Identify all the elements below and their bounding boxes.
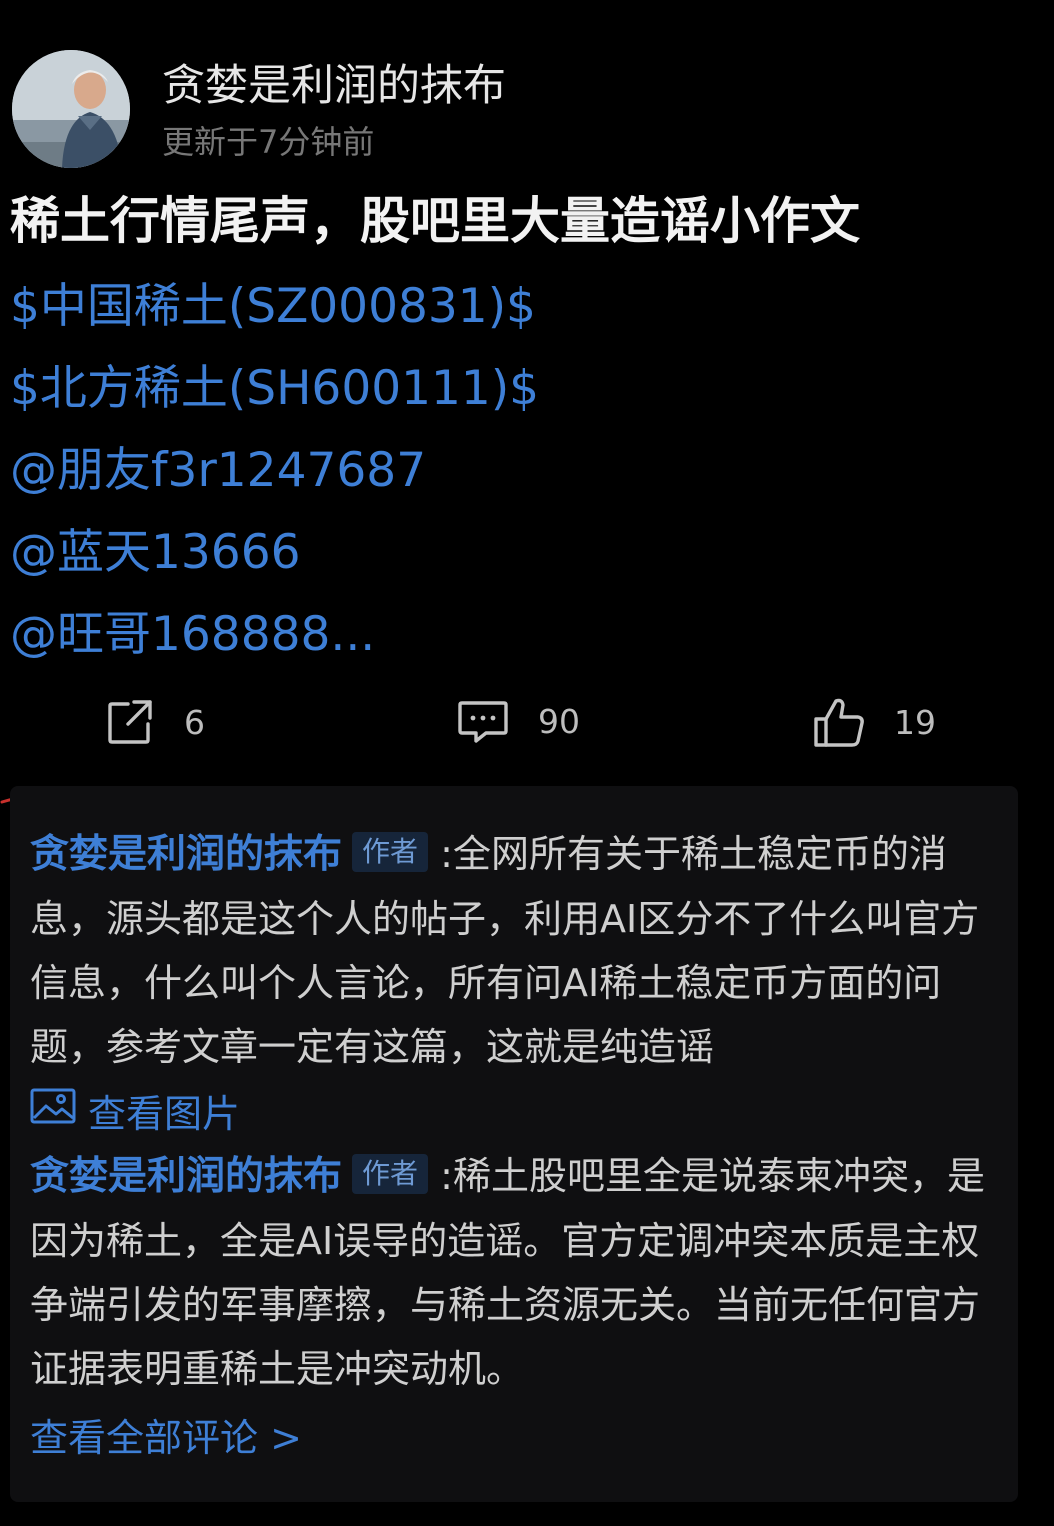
- like-count: 19: [894, 702, 936, 742]
- comment-button[interactable]: 90: [456, 690, 1054, 754]
- comment-preview-panel: 贪婪是利润的抹布 作者 :全网所有关于稀土稳定币的消息，源头都是这个人的帖子，利用…: [10, 786, 1018, 1502]
- post-title: 稀土行情尾声，股吧里大量造谣小作文: [10, 192, 860, 250]
- post-author-name[interactable]: 贪婪是利润的抹布: [162, 60, 506, 112]
- avatar[interactable]: [12, 50, 130, 168]
- comment-icon: [456, 697, 510, 747]
- share-button[interactable]: 6: [104, 690, 205, 754]
- post-updated-time: 更新于7分钟前: [162, 123, 375, 161]
- stock-link-northern-rare-earth[interactable]: $北方稀土(SH600111)$: [10, 348, 1040, 430]
- share-count: 6: [184, 702, 205, 742]
- post-action-bar: 6 90 19: [0, 690, 1054, 754]
- view-image-label: 查看图片: [88, 1091, 241, 1136]
- comment-separator: :: [440, 832, 453, 876]
- view-all-comments-link[interactable]: 查看全部评论 >: [30, 1406, 302, 1470]
- comment-author[interactable]: 贪婪是利润的抹布: [30, 1154, 342, 1199]
- post-detail: 贪婪是利润的抹布 更新于7分钟前 稀土行情尾声，股吧里大量造谣小作文 $中国稀土…: [0, 0, 1054, 1526]
- author-badge: 作者: [352, 1154, 429, 1194]
- image-icon: [30, 1088, 88, 1133]
- comment-item[interactable]: 贪婪是利润的抹布 作者 :稀土股吧里全是说泰柬冲突，是因为稀土，全是AI误导的造谣…: [30, 1144, 1000, 1401]
- comment-separator: :: [440, 1154, 453, 1198]
- view-image-link[interactable]: 查看图片: [30, 1078, 240, 1142]
- post-body: $中国稀土(SZ000831)$ $北方稀土(SH600111)$ @朋友f3r…: [10, 266, 1040, 676]
- comment-count: 90: [538, 702, 580, 741]
- share-icon: [104, 696, 156, 748]
- avatar-image: [12, 50, 130, 168]
- comment-author[interactable]: 贪婪是利润的抹布: [30, 832, 342, 877]
- mention-link-lantian[interactable]: @蓝天13666: [10, 512, 1040, 594]
- mention-link-friend[interactable]: @朋友f3r1247687: [10, 430, 1040, 512]
- stock-link-china-rare-earth[interactable]: $中国稀土(SZ000831)$: [10, 266, 1040, 348]
- post-header: 贪婪是利润的抹布 更新于7分钟前: [12, 48, 1042, 172]
- comment-item[interactable]: 贪婪是利润的抹布 作者 :全网所有关于稀土稳定币的消息，源头都是这个人的帖子，利用…: [30, 822, 1000, 1079]
- thumbs-up-icon: [812, 695, 866, 749]
- author-badge: 作者: [352, 832, 429, 872]
- like-button[interactable]: 19: [812, 690, 936, 754]
- mention-link-wangge[interactable]: @旺哥168888...: [10, 594, 1040, 676]
